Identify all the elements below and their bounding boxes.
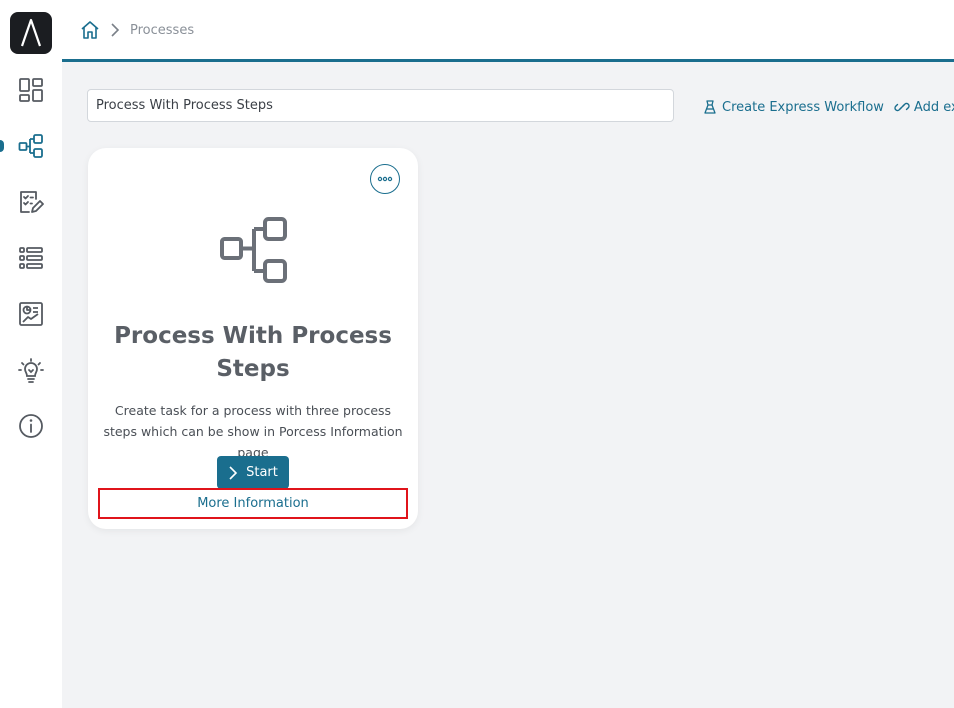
add-external-label: Add exte (913, 99, 954, 115)
top-actions: Create Express Workflow Add exte (702, 99, 954, 115)
sidebar-item-dashboard[interactable] (0, 68, 62, 112)
top-header: Processes (62, 0, 954, 62)
tasks-icon (20, 191, 44, 213)
dashboard-icon (19, 78, 43, 102)
info-icon (19, 414, 43, 438)
process-icon (218, 216, 288, 290)
app-logo[interactable] (10, 12, 52, 54)
home-icon[interactable] (80, 20, 100, 40)
reports-icon (19, 302, 43, 326)
breadcrumb-current: Processes (130, 22, 195, 38)
active-indicator (0, 140, 4, 152)
sidebar-item-ideas[interactable] (0, 348, 62, 392)
search-input[interactable] (87, 89, 674, 122)
sidebar-item-list[interactable] (0, 236, 62, 280)
sidebar-item-reports[interactable] (0, 292, 62, 336)
add-external-link[interactable]: Add exte (894, 99, 954, 115)
link-icon (894, 102, 910, 112)
start-button[interactable]: Start (217, 456, 289, 489)
sidebar-item-info[interactable] (0, 404, 62, 448)
card-description: Create task for a process with three pro… (103, 403, 403, 460)
breadcrumb: Processes (80, 20, 194, 40)
more-information-link[interactable]: More Information (98, 488, 408, 519)
process-card: Process With Process Steps Create task f… (88, 148, 418, 529)
create-express-workflow-label: Create Express Workflow (722, 99, 884, 115)
more-options-button[interactable] (370, 164, 400, 194)
processes-icon (18, 134, 43, 158)
app-window: Processes Create Express Workflow (0, 0, 954, 708)
chevron-right-icon (111, 23, 120, 37)
more-information-label: More Information (197, 496, 309, 511)
process-flow-icon (220, 217, 287, 283)
create-express-workflow-link[interactable]: Create Express Workflow (702, 99, 884, 115)
list-icon (19, 247, 43, 269)
start-button-label: Start (246, 465, 278, 480)
logo-icon (20, 18, 42, 47)
sidebar-item-processes[interactable] (0, 124, 62, 168)
workflow-icon (704, 100, 716, 114)
lightbulb-icon (18, 358, 44, 383)
ellipsis-icon (377, 176, 393, 182)
chevron-right-icon (229, 465, 238, 480)
card-title: Process With Process Steps (114, 323, 392, 382)
sidebar (0, 0, 62, 708)
sidebar-item-tasks[interactable] (0, 180, 62, 224)
